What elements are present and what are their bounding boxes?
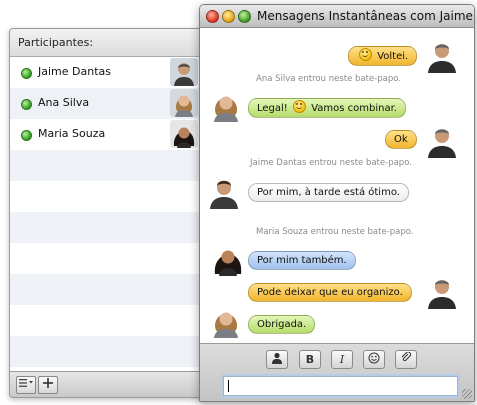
participant-row[interactable]: Maria Souza: [10, 119, 208, 150]
avatar: [211, 242, 245, 276]
message-bubble: Voltei.: [348, 46, 418, 66]
system-notice: Jaime Dantas entrou neste bate-papo.: [250, 158, 412, 168]
person-button[interactable]: [266, 350, 288, 369]
attach-button[interactable]: [395, 350, 417, 369]
drawer-footer: [10, 371, 208, 397]
message-bubble: Ok: [385, 130, 417, 149]
message-bubble: Legal! Vamos combinar.: [248, 98, 406, 118]
close-button[interactable]: [206, 10, 219, 23]
person-icon: [272, 352, 282, 364]
empty-row: [10, 336, 208, 367]
minimize-button[interactable]: [222, 10, 235, 23]
system-notice: Maria Souza entrou neste bate-papo.: [256, 227, 414, 237]
system-notice: Ana Silva entrou neste bate-papo.: [256, 74, 402, 84]
empty-row: [10, 305, 208, 336]
empty-row: [10, 150, 208, 181]
avatar: [425, 39, 459, 73]
message-bubble: Por mim, à tarde está ótimo.: [248, 183, 409, 202]
participant-name: Ana Silva: [38, 96, 90, 109]
avatar: [170, 58, 198, 86]
message-bubble: Obrigada.: [248, 315, 316, 334]
empty-row: [10, 274, 208, 305]
smiley-icon: [293, 100, 306, 113]
list-icon: [19, 379, 33, 387]
list-options-button[interactable]: [16, 376, 36, 394]
avatar: [209, 88, 243, 122]
participant-row[interactable]: Jaime Dantas: [10, 57, 208, 88]
avatar: [170, 120, 198, 148]
avatar: [207, 175, 241, 209]
participant-name: Maria Souza: [38, 127, 106, 140]
online-status-icon: [21, 68, 32, 79]
smiley-icon: [368, 352, 380, 364]
zoom-button[interactable]: [238, 10, 251, 23]
smiley-icon: [359, 48, 372, 61]
avatar: [425, 275, 459, 309]
plus-icon: [43, 378, 53, 388]
participant-row[interactable]: Ana Silva: [10, 88, 208, 119]
participants-header: Participantes:: [10, 29, 208, 57]
resize-grip-icon[interactable]: [462, 389, 472, 399]
participants-list: Jaime Dantas Ana Silva Maria Souza: [10, 57, 208, 371]
empty-row: [10, 212, 208, 243]
italic-button[interactable]: I: [331, 350, 353, 369]
empty-row: [10, 181, 208, 212]
chat-window: Mensagens Instantâneas com Jaime Voltei.…: [199, 4, 475, 402]
participant-name: Jaime Dantas: [38, 65, 111, 78]
bold-button[interactable]: B: [299, 350, 321, 369]
participants-drawer: Participantes: Jaime Dantas Ana Silva Ma…: [9, 28, 209, 398]
message-input[interactable]: [223, 376, 458, 396]
online-status-icon: [21, 130, 32, 141]
avatar: [170, 89, 198, 117]
window-title: Mensagens Instantâneas com Jaime: [257, 9, 473, 23]
empty-row: [10, 243, 208, 274]
compose-area: B I: [200, 343, 474, 401]
avatar: [209, 304, 243, 338]
message-transcript: Voltei. Ana Silva entrou neste bate-papo…: [200, 28, 474, 343]
add-button[interactable]: [38, 376, 58, 394]
title-bar[interactable]: Mensagens Instantâneas com Jaime: [200, 5, 474, 28]
paperclip-icon: [401, 351, 411, 362]
smiley-button[interactable]: [363, 350, 385, 369]
text-caret: [228, 380, 229, 392]
message-bubble: Pode deixar que eu organizo.: [248, 283, 412, 302]
message-bubble: Por mim também.: [248, 251, 356, 270]
online-status-icon: [21, 99, 32, 110]
avatar: [425, 124, 459, 158]
